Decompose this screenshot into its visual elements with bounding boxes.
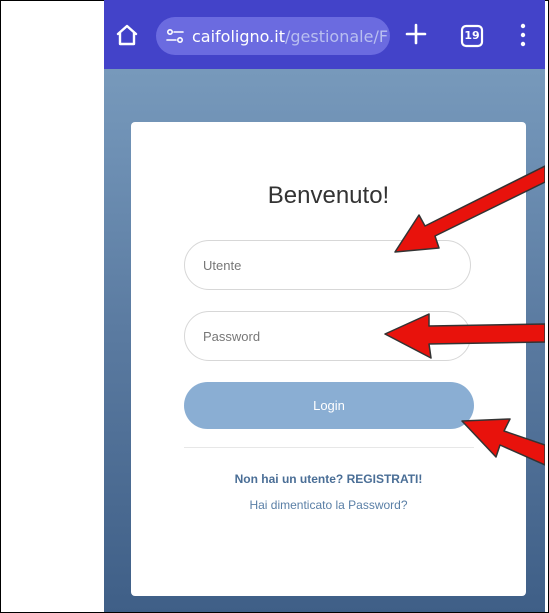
divider: [184, 447, 474, 448]
arrow-to-username: [394, 165, 545, 253]
arrow-to-password: [384, 313, 545, 359]
browser-toolbar: caifoligno.it/gestionale/F 19: [104, 0, 545, 69]
phone-screen: caifoligno.it/gestionale/F 19 Benvenuto!…: [104, 0, 545, 612]
arrow-to-login: [461, 418, 545, 466]
url-text[interactable]: caifoligno.it/gestionale/F: [192, 27, 388, 46]
url-host: caifoligno.it: [192, 26, 285, 46]
site-info-icon[interactable]: [164, 25, 186, 47]
forgot-password-link[interactable]: Hai dimenticato la Password?: [131, 498, 526, 512]
more-menu-icon[interactable]: [518, 22, 528, 48]
tab-switcher-icon[interactable]: [460, 24, 484, 48]
home-icon[interactable]: [114, 22, 140, 48]
login-button[interactable]: Login: [184, 382, 474, 429]
url-path: /gestionale/F: [284, 26, 389, 46]
address-bar[interactable]: caifoligno.it/gestionale/F: [156, 17, 390, 55]
new-tab-plus-icon[interactable]: [402, 20, 430, 48]
